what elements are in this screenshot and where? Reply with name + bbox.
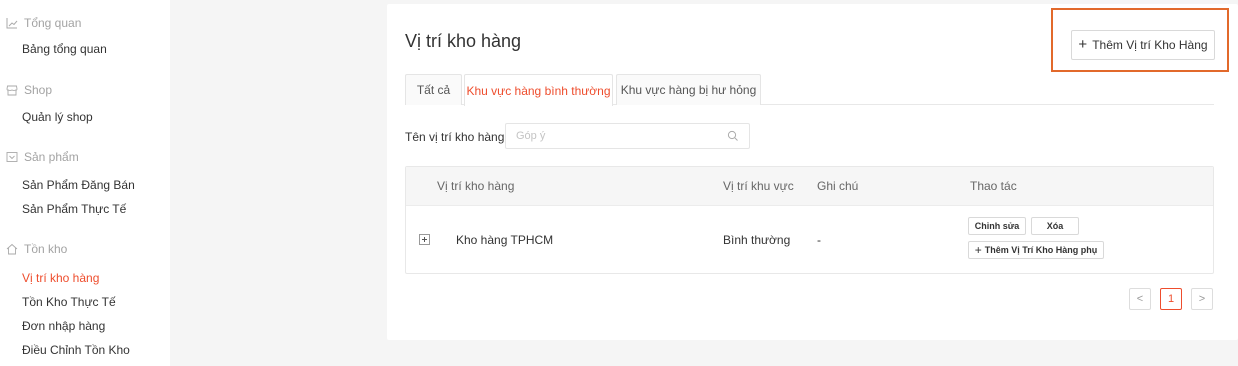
chevron-right-icon: > bbox=[1198, 293, 1206, 305]
table-row: Kho hàng TPHCM Bình thường - Chỉnh sửa X… bbox=[406, 206, 1213, 273]
sidebar-group-overview: Tổng quan bbox=[6, 15, 81, 31]
warehouse-table: Vị trí kho hàng Vị trí khu vực Ghi chú T… bbox=[405, 166, 1214, 274]
sidebar-item-warehouse-location[interactable]: Vị trí kho hàng bbox=[22, 270, 99, 286]
add-sub-location-button[interactable]: + Thêm Vị Trí Kho Hàng phụ bbox=[968, 241, 1104, 259]
sidebar-group-label: Shop bbox=[24, 83, 53, 97]
sidebar-group-products: Sản phẩm bbox=[6, 149, 79, 165]
column-header-note: Ghi chú bbox=[817, 179, 859, 193]
pagination-page-1[interactable]: 1 bbox=[1160, 288, 1182, 310]
column-header-location: Vị trí kho hàng bbox=[437, 179, 515, 193]
home-icon bbox=[6, 243, 18, 255]
pagination-prev-button[interactable]: < bbox=[1129, 288, 1151, 310]
sidebar-item-shop-management[interactable]: Quản lý shop bbox=[22, 109, 93, 125]
plus-icon: + bbox=[974, 243, 982, 257]
shop-icon bbox=[6, 84, 18, 96]
sidebar-group-label: Tổng quan bbox=[24, 16, 82, 30]
sidebar-item-purchase-orders[interactable]: Đơn nhập hàng bbox=[22, 318, 105, 334]
sidebar-item-inventory-adjustment[interactable]: Điều Chỉnh Tồn Kho bbox=[22, 342, 130, 358]
sidebar-group-label: Sản phẩm bbox=[24, 150, 79, 164]
sidebar: Tổng quan Bảng tổng quan Shop Quản lý sh… bbox=[0, 0, 170, 366]
add-sub-location-label: Thêm Vị Trí Kho Hàng phụ bbox=[984, 245, 1098, 255]
tab-damaged-area[interactable]: Khu vực hàng bị hư hỏng bbox=[616, 74, 761, 105]
column-header-area: Vị trí khu vực bbox=[723, 179, 794, 193]
area-type: Bình thường bbox=[723, 233, 791, 247]
plus-icon: + bbox=[1078, 36, 1088, 53]
search-box bbox=[505, 123, 750, 149]
sidebar-item-actual-inventory[interactable]: Tồn Kho Thực Tế bbox=[22, 294, 116, 310]
chevron-left-icon: < bbox=[1136, 293, 1144, 305]
location-name: Kho hàng TPHCM bbox=[456, 233, 554, 247]
edit-button[interactable]: Chỉnh sửa bbox=[968, 217, 1026, 235]
sidebar-item-listed-products[interactable]: Sản Phẩm Đăng Bán bbox=[22, 177, 135, 193]
filter-label: Tên vị trí kho hàng bbox=[405, 130, 505, 144]
sidebar-item-dashboard[interactable]: Bảng tổng quan bbox=[22, 41, 107, 57]
search-input[interactable] bbox=[506, 124, 706, 148]
add-warehouse-location-button[interactable]: + Thêm Vị trí Kho Hàng bbox=[1071, 30, 1215, 60]
sidebar-group-label: Tồn kho bbox=[24, 242, 68, 256]
expand-row-icon[interactable] bbox=[419, 234, 430, 245]
page-title: Vị trí kho hàng bbox=[405, 31, 522, 51]
product-box-icon bbox=[6, 151, 18, 163]
chart-line-icon bbox=[6, 17, 18, 29]
tab-all[interactable]: Tất cả bbox=[405, 74, 462, 105]
pagination-next-button[interactable]: > bbox=[1191, 288, 1213, 310]
table-header: Vị trí kho hàng Vị trí khu vực Ghi chú T… bbox=[406, 167, 1213, 206]
highlight-box: + Thêm Vị trí Kho Hàng bbox=[1051, 8, 1229, 72]
column-header-actions: Thao tác bbox=[970, 179, 1017, 193]
sidebar-item-actual-products[interactable]: Sản Phẩm Thực Tế bbox=[22, 201, 126, 217]
sidebar-group-inventory: Tồn kho bbox=[6, 241, 67, 257]
tab-normal-area[interactable]: Khu vực hàng bình thường bbox=[464, 74, 613, 106]
search-icon[interactable] bbox=[727, 130, 739, 142]
add-button-label: Thêm Vị trí Kho Hàng bbox=[1092, 38, 1208, 52]
delete-button[interactable]: Xóa bbox=[1031, 217, 1079, 235]
note-value: - bbox=[817, 233, 821, 247]
sidebar-group-shop: Shop bbox=[6, 82, 52, 98]
main-card: Vị trí kho hàng + Thêm Vị trí Kho Hàng T… bbox=[387, 4, 1238, 340]
tab-bar: Tất cả Khu vực hàng bình thường Khu vực … bbox=[405, 74, 1214, 106]
